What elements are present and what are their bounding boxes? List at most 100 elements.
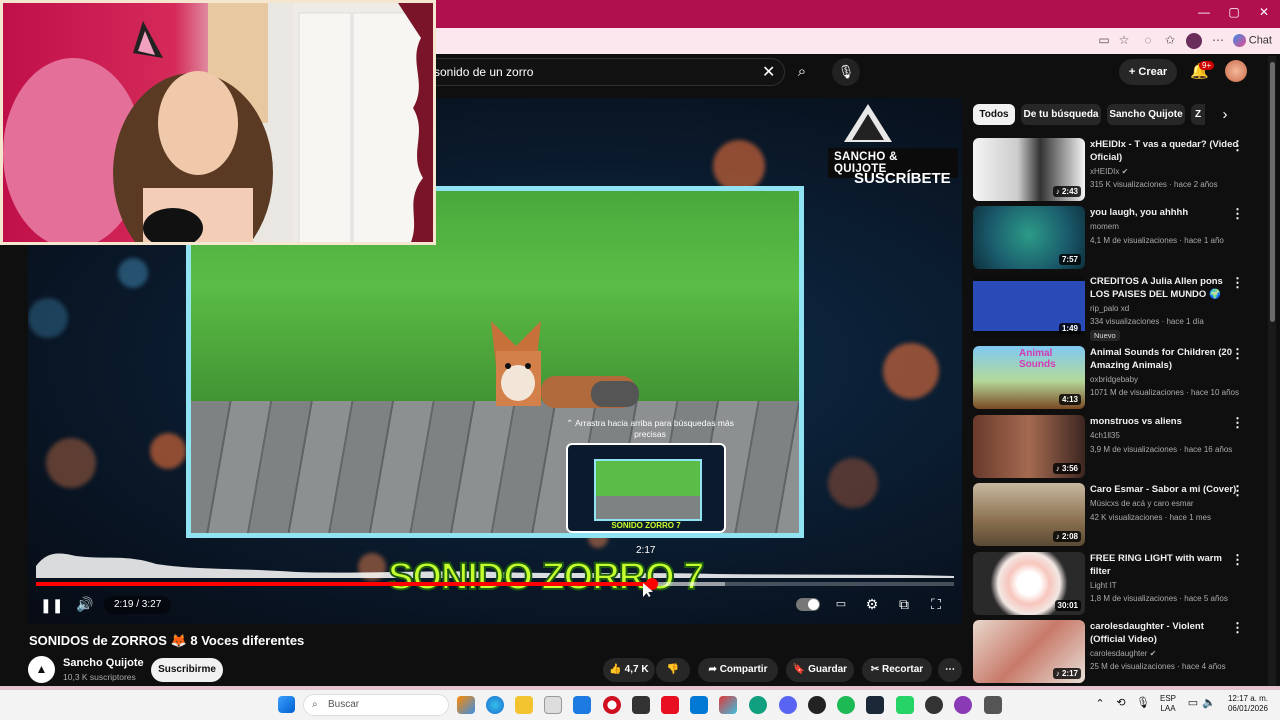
video-thumbnail[interactable]: Animal Sounds 4:13 [973,346,1085,409]
rec-title[interactable]: Animal Sounds for Children (20 Amazing A… [1090,346,1240,372]
video-thumbnail[interactable]: 30:01 [973,552,1085,615]
reader-icon[interactable]: ▭ [1096,33,1112,49]
rec-more-icon[interactable]: ⋮ [1231,346,1244,362]
rec-title[interactable]: carolesdaughter - Violent (Official Vide… [1090,620,1240,646]
rec-channel[interactable]: momem [1090,222,1119,231]
create-button[interactable]: + Crear [1119,59,1177,85]
rec-more-icon[interactable]: ⋮ [1231,415,1244,431]
recommendation-item[interactable]: ♪ 2:17 carolesdaughter - Violent (Offici… [973,620,1263,684]
multicolor-app-icon[interactable] [719,696,737,714]
channel-name[interactable]: Sancho Quijote [63,657,144,669]
video-thumbnail[interactable]: ♪ 3:56 [973,415,1085,478]
clear-search-icon[interactable]: ✕ [762,62,775,82]
copilot-chat-button[interactable]: Chat [1232,34,1272,47]
volume-tray-icon[interactable]: 🔈 [1202,698,1216,709]
autoplay-toggle[interactable] [796,598,820,611]
fullscreen-icon[interactable]: ⛶ [927,596,945,613]
search-icon[interactable]: ⌕ [787,58,817,86]
recommendation-item[interactable]: 7:57 you laugh, you ahhhh momem 4,1 M de… [973,206,1263,270]
rec-more-icon[interactable]: ⋮ [1231,483,1244,499]
rec-more-icon[interactable]: ⋮ [1231,275,1244,291]
video-thumbnail[interactable]: ♪ 2:43 [973,138,1085,201]
settings-gear-icon[interactable]: ⚙ [863,596,881,613]
close-window-button[interactable]: ✕ [1254,5,1274,19]
captions-icon[interactable]: ▭ [832,597,850,610]
chip-de-tu-busqueda[interactable]: De tu búsqueda [1021,104,1101,125]
rec-channel[interactable]: 4ch1ll35 [1090,431,1120,440]
recommendation-item[interactable]: 30:01 FREE RING LIGHT with warm filter L… [973,552,1263,616]
recommendation-item[interactable]: ♪ 3:56 monstruos vs aliens 4ch1ll35 3,9 … [973,415,1263,479]
minimize-button[interactable]: — [1194,5,1214,19]
video-thumbnail[interactable]: ♪ 2:17 [973,620,1085,683]
rec-more-icon[interactable]: ⋮ [1231,138,1244,154]
app-icon[interactable] [632,696,650,714]
miniplayer-icon[interactable]: ⧉ [895,596,913,613]
rec-channel[interactable]: Músicxs de acá y caro esmar [1090,499,1194,508]
taskbar-search[interactable]: ⌕ Buscar [303,694,449,716]
mic-icon[interactable]: 🎙 [832,58,860,86]
rec-title[interactable]: monstruos vs aliens [1090,415,1240,428]
chip-partial[interactable]: Z [1191,104,1205,125]
clip-button[interactable]: ✂ Recortar [862,658,932,682]
shield-icon[interactable] [984,696,1002,714]
rec-more-icon[interactable]: ⋮ [1231,552,1244,568]
discord-icon[interactable] [779,696,797,714]
twitch-icon[interactable] [954,696,972,714]
pause-button[interactable]: ❚❚ [40,597,63,614]
search-query[interactable]: sonido de un zorro [434,65,533,79]
share-button[interactable]: ➦ Compartir [698,658,778,682]
rec-title[interactable]: FREE RING LIGHT with warm filter [1090,552,1240,578]
network-icon[interactable]: ▭ [1186,698,1200,709]
teams-icon[interactable] [690,696,708,714]
red-app-icon[interactable] [661,696,679,714]
rec-channel[interactable]: xHEIDIx ✔ [1090,167,1128,176]
recommendation-item[interactable]: Animal Sounds 4:13 Animal Sounds for Chil… [973,346,1263,410]
copilot-taskbar-icon[interactable] [749,696,767,714]
favorites-icon[interactable]: ✩ [1162,33,1178,49]
dislike-button[interactable]: 👎 [656,658,690,682]
github-icon[interactable] [808,696,826,714]
chevron-right-icon[interactable]: › [1216,106,1234,123]
rec-more-icon[interactable]: ⋮ [1231,206,1244,222]
rec-title[interactable]: Caro Esmar - Sabor a mi (Cover) [1090,483,1240,496]
opera-icon[interactable] [603,696,621,714]
mic-tray-icon[interactable]: 🎙 [1136,698,1150,709]
more-icon[interactable]: ⋯ [1210,33,1226,49]
avatar[interactable] [1225,60,1247,82]
steam-icon[interactable] [866,696,884,714]
chevron-up-icon[interactable]: ⌃ [1093,699,1107,710]
widgets-icon[interactable] [457,696,475,714]
recommendation-item[interactable]: ♪ 2:43 xHEIDIx - T vas a quedar? (Video … [973,138,1263,202]
volume-button[interactable]: 🔊 [74,596,96,613]
chip-todos[interactable]: Todos [973,104,1015,125]
store-icon[interactable] [544,696,562,714]
more-actions-button[interactable]: ⋯ [938,658,962,682]
clock[interactable]: 12:17 a. m. 06/01/2026 [1218,694,1268,714]
recommendation-item[interactable]: ♪ 2:08 Caro Esmar - Sabor a mi (Cover) M… [973,483,1263,547]
rec-channel[interactable]: oxbridgebaby [1090,375,1138,384]
rec-more-icon[interactable]: ⋮ [1231,620,1244,636]
recommendation-item[interactable]: 1:49 CREDITOS A Julia Allen pons LOS PAI… [973,275,1263,341]
spotify-icon[interactable] [837,696,855,714]
language-indicator[interactable]: ESP LAA [1156,694,1180,714]
maximize-button[interactable]: ▢ [1224,5,1244,19]
rec-channel[interactable]: Light IT [1090,581,1117,590]
star-icon[interactable]: ☆ [1116,33,1132,49]
subscribe-button[interactable]: Suscribirme [151,658,223,682]
scrollbar-thumb[interactable] [1270,62,1275,322]
save-button[interactable]: 🔖 Guardar [786,658,854,682]
video-thumbnail[interactable]: ♪ 2:08 [973,483,1085,546]
mail-icon[interactable] [573,696,591,714]
windows-start-icon[interactable] [278,696,295,713]
rec-channel[interactable]: rip_palo xd [1090,304,1129,313]
video-thumbnail[interactable]: 1:49 [973,275,1085,338]
channel-avatar[interactable]: ▲ [28,656,55,683]
edge-browser-icon[interactable] [486,696,504,714]
rec-title[interactable]: xHEIDIx - T vas a quedar? (Video Oficial… [1090,138,1240,164]
file-explorer-icon[interactable] [515,696,533,714]
extension-icon[interactable]: ◌ [1140,33,1156,49]
whatsapp-icon[interactable] [896,696,914,714]
obs-icon[interactable] [925,696,943,714]
rec-title[interactable]: you laugh, you ahhhh [1090,206,1240,219]
chip-sancho-quijote[interactable]: Sancho Quijote [1107,104,1185,125]
